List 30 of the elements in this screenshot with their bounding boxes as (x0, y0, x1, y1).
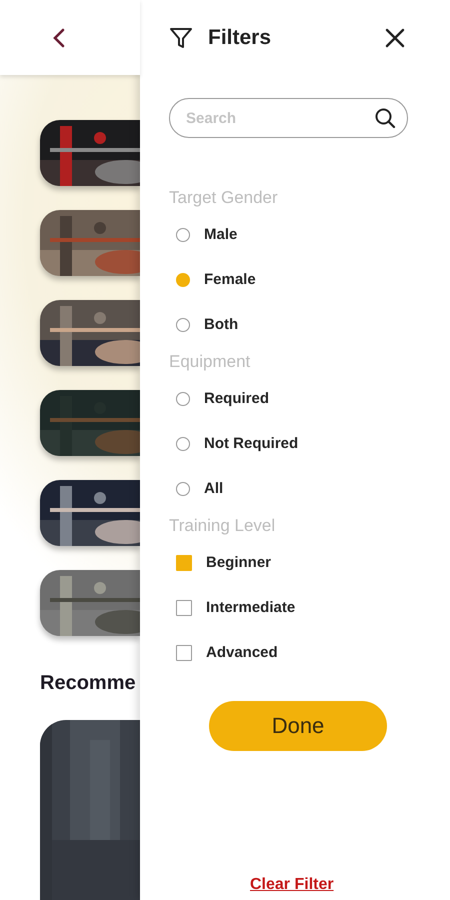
filter-icon (168, 25, 194, 51)
option-label: Beginner (206, 554, 272, 571)
group-title: Training Level (169, 515, 276, 537)
search-field[interactable]: Search (169, 98, 408, 138)
option-label: Not Required (204, 435, 298, 452)
radio-button[interactable] (176, 436, 190, 450)
option-label: All (204, 480, 224, 497)
checkbox[interactable] (176, 644, 192, 660)
radio-button[interactable] (176, 482, 190, 496)
option-label: Female (204, 271, 256, 288)
group-title: Equipment (169, 351, 252, 373)
radio-button[interactable] (176, 318, 190, 332)
option-label: Both (204, 316, 238, 333)
search-icon (374, 107, 396, 129)
section-title: Recomme (40, 672, 137, 695)
radio-button[interactable] (176, 228, 190, 242)
radio-button[interactable] (176, 272, 190, 286)
option-label: Advanced (206, 644, 278, 661)
option-label: Required (204, 390, 270, 407)
panel-title: Filters (208, 26, 272, 50)
group-title: Target Gender (169, 187, 279, 209)
close-icon (384, 27, 406, 49)
checkbox[interactable] (176, 600, 192, 616)
clear-filter-link[interactable]: Clear Filter (250, 876, 334, 896)
radio-button[interactable] (176, 392, 190, 406)
back-icon (52, 26, 66, 48)
option-label: Intermediate (206, 599, 296, 616)
checkbox[interactable] (176, 554, 192, 570)
done-button[interactable]: Done (209, 701, 387, 751)
option-label: Male (204, 226, 238, 243)
